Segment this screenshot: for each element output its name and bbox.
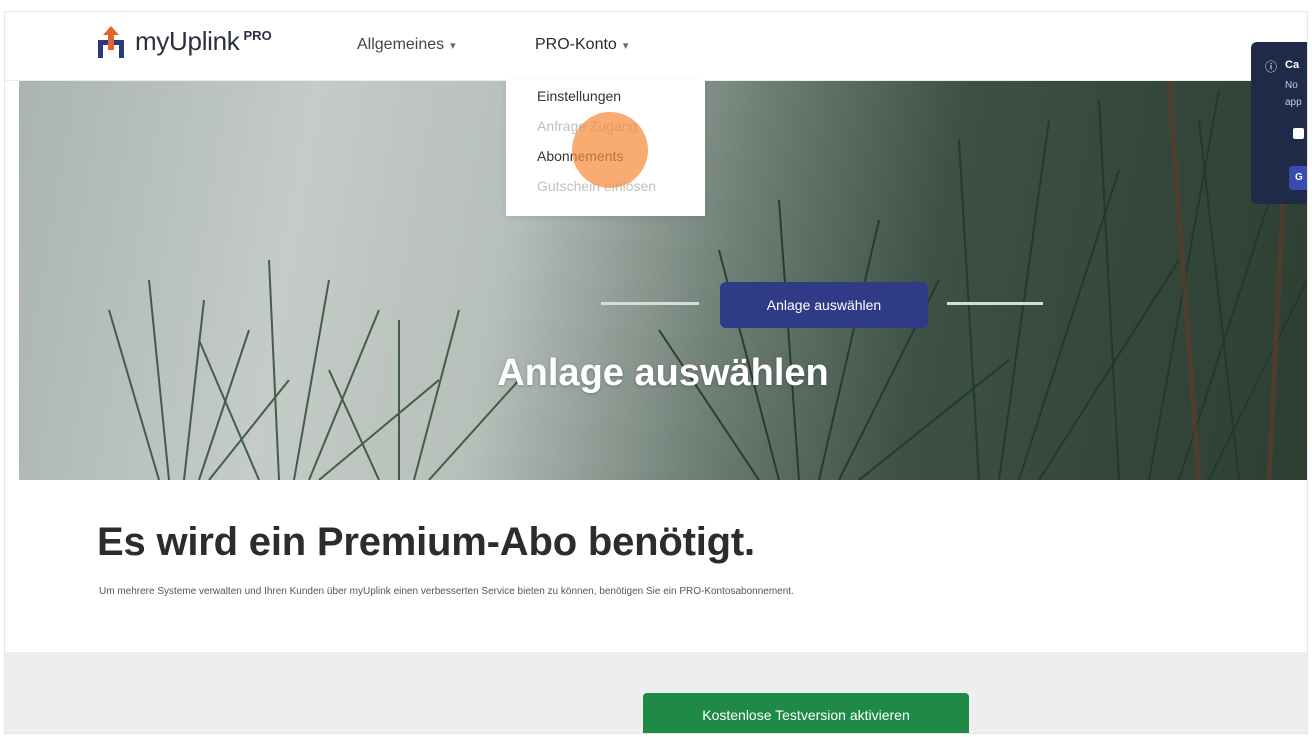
- page-title: Es wird ein Premium-Abo benötigt.: [97, 520, 755, 564]
- logo-pro-badge: PRO: [243, 28, 272, 43]
- chevron-down-icon: ▾: [450, 40, 456, 52]
- nav-pro-konto-label: PRO-Konto: [535, 36, 617, 53]
- brand-logo[interactable]: myUplink PRO: [95, 26, 272, 60]
- notification-text-line-1: No: [1285, 80, 1298, 91]
- notification-title: Ca: [1285, 59, 1300, 71]
- chevron-down-icon: ▾: [622, 40, 629, 52]
- browser-page: myUplink PRO Allgemeines ▾ PRO-Konto ▾ A…: [5, 12, 1307, 733]
- hero-title: Anlage auswählen: [497, 352, 829, 394]
- nav-allgemeines-label: Allgemeines: [357, 36, 445, 53]
- upload-house-icon: [98, 26, 124, 58]
- notification-button[interactable]: G: [1289, 166, 1307, 190]
- info-icon: ⓘ: [1265, 60, 1278, 74]
- notification-text-line-2: app: [1285, 97, 1302, 108]
- click-highlight-indicator: [572, 112, 648, 188]
- step-select-system-button[interactable]: Anlage auswählen: [720, 282, 928, 328]
- menu-item-einstellungen[interactable]: Einstellungen: [537, 88, 621, 104]
- stepper-line-right: [947, 302, 1043, 305]
- page-description: Um mehrere Systeme verwalten und Ihren K…: [99, 586, 794, 597]
- stepper-line-left: [601, 302, 699, 305]
- activate-trial-button[interactable]: Kostenlose Testversion aktivieren: [643, 693, 969, 733]
- top-navigation: myUplink PRO Allgemeines ▾ PRO-Konto ▾: [5, 12, 1307, 81]
- logo-wordmark: myUplink: [135, 26, 240, 56]
- nav-allgemeines[interactable]: Allgemeines ▾: [357, 36, 456, 54]
- notification-panel: ⓘ Ca No app G: [1251, 42, 1307, 204]
- nav-pro-konto[interactable]: PRO-Konto ▾: [535, 36, 628, 54]
- notification-checkbox[interactable]: [1293, 128, 1304, 139]
